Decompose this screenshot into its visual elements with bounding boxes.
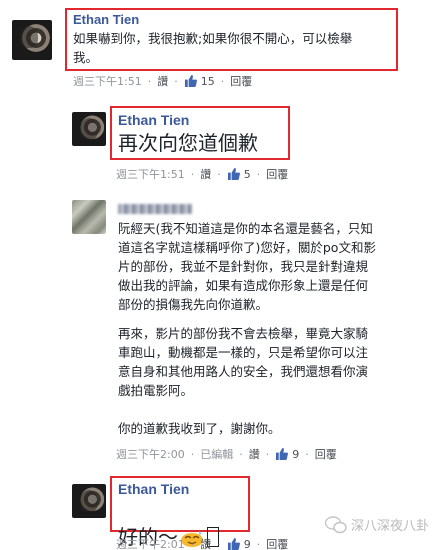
comment-meta: 週三下午1:51 · 讚 · 15 · 回覆 [73,73,253,89]
comment-author[interactable]: Ethan Tien [73,12,139,27]
like-button[interactable]: 讚 [249,446,260,462]
comment-author[interactable]: Ethan Tien [118,481,189,497]
like-button[interactable]: 讚 [200,536,211,550]
avatar[interactable] [72,484,106,518]
reply-button[interactable]: 回覆 [266,166,288,182]
comment-author[interactable]: Ethan Tien [118,112,189,128]
comment-paragraph-1: 阮經天(我不知道這是你的本名還是藝名，只知 道這名字就這樣稱呼你了)您好，關於p… [118,221,376,312]
wechat-icon [324,515,347,533]
comment-paragraph-3: 你的道歉我收到了，謝謝你。 [118,421,281,436]
like-button[interactable]: 讚 [200,166,211,182]
like-count[interactable]: 9 [292,448,299,461]
like-button[interactable]: 讚 [157,73,168,89]
avatar[interactable] [72,112,106,146]
comment-paragraph-2: 再來，影片的部份我不會去檢舉，畢竟大家騎 車跑山，動機都是一樣的，只是希望你可以… [118,326,369,398]
like-count[interactable]: 15 [201,75,215,88]
thumbs-up-icon [227,538,240,550]
comment-author-redacted [118,204,192,214]
thumbs-up-icon [184,75,197,87]
comment-meta: 週三下午2:00 · 已編輯 · 讚 · 9 · 回覆 [116,446,337,462]
timestamp[interactable]: 週三下午2:01 [116,536,185,550]
reply-button[interactable]: 回覆 [315,446,337,462]
edited-label[interactable]: 已編輯 [200,446,233,462]
like-count[interactable]: 5 [244,168,251,181]
reply-button[interactable]: 回覆 [230,73,252,89]
comment-meta: 週三下午2:01 · 讚 · 9 · 回覆 [116,536,289,550]
timestamp[interactable]: 週三下午2:00 [116,446,185,462]
comment-text: 如果嚇到你，我很抱歉;如果你很不開心，可以檢舉 我。 [73,31,353,65]
timestamp[interactable]: 週三下午1:51 [116,166,185,182]
thumbs-up-icon [227,168,240,180]
watermark-text: 深八深夜八卦 [350,519,429,534]
avatar[interactable] [12,20,52,60]
avatar[interactable] [72,200,106,234]
like-count[interactable]: 9 [244,538,251,550]
reply-button[interactable]: 回覆 [266,536,288,550]
timestamp[interactable]: 週三下午1:51 [73,73,142,89]
comment-text: 再次向您道個歉 [118,131,258,155]
watermark: 深八深夜八卦 [324,515,429,534]
thumbs-up-icon [276,448,289,460]
comment-meta: 週三下午1:51 · 讚 · 5 · 回覆 [116,166,289,182]
